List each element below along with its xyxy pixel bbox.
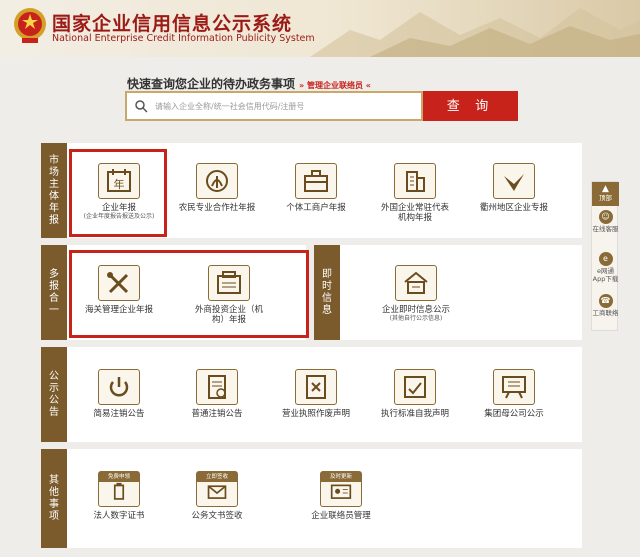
id-card-icon: 及时更新 — [320, 471, 362, 507]
general-cancel-notice-item[interactable]: 普通注销公告 — [167, 369, 267, 419]
document-receipt-item[interactable]: 立即签收 公务文书签收 — [167, 471, 267, 521]
contact-button[interactable]: ☎ 工商联络 — [592, 294, 619, 317]
standard-doc-icon — [394, 369, 436, 405]
landscape-decoration — [310, 8, 640, 57]
foreign-office-report-item[interactable]: 外国企业常驻代表机构年报 — [365, 163, 465, 223]
license-void-item[interactable]: 营业执照作废声明 — [266, 369, 366, 419]
free-apply-tag: 免费申领 — [99, 472, 139, 482]
online-service-label: 在线客服 — [592, 225, 619, 233]
instant-info-label: 企业即时信息公示 — [381, 305, 450, 315]
app-download-label: e网通App下载 — [592, 267, 619, 283]
section-instant-info: 即时信息 企业即时信息公示 (其他自行公示信息) — [314, 245, 582, 340]
chat-icon: ☺ — [598, 210, 613, 224]
individual-business-report-label: 个体工商户年报 — [286, 203, 346, 213]
general-cancel-notice-label: 普通注销公告 — [191, 409, 243, 419]
section-label-instant: 即时信息 — [314, 245, 340, 340]
search-heading-text: 快速查询您企业的待办政务事项 — [127, 77, 296, 91]
info-house-icon — [395, 265, 437, 301]
simple-cancel-notice-label: 简易注销公告 — [93, 409, 145, 419]
bird-icon — [493, 163, 535, 199]
search-input[interactable]: 请输入企业全称/统一社会信用代码/注册号 — [125, 91, 423, 121]
search-heading: 快速查询您企业的待办政务事项» 管理企业联络员 « — [127, 75, 371, 92]
license-void-icon — [295, 369, 337, 405]
section-label-annual: 市场主体年报 — [41, 143, 67, 238]
section-label-other: 其他事项 — [41, 449, 67, 548]
section-other: 其他事项 免费申领 法人数字证书 立即签收 公务文书签收 及时更新 企业联络员管… — [41, 449, 582, 548]
quzhou-report-label: 衢州地区企业专报 — [479, 203, 548, 213]
search-icon — [135, 100, 148, 113]
quzhou-report-item[interactable]: 衢州地区企业专报 — [464, 163, 564, 213]
back-to-top-label: 顶部 — [599, 194, 612, 202]
section-label-multi: 多报合一 — [41, 245, 67, 340]
simple-cancel-notice-item[interactable]: 简易注销公告 — [69, 369, 169, 419]
update-tag: 及时更新 — [321, 472, 361, 482]
app-download-button[interactable]: e e网通App下载 — [592, 252, 619, 283]
group-parent-notice-label: 集团母公司公示 — [484, 409, 544, 419]
farmer-coop-report-label: 农民专业合作社年报 — [178, 203, 256, 213]
mail-icon: 立即签收 — [196, 471, 238, 507]
contact-label: 工商联络 — [592, 309, 619, 317]
section-notices: 公示公告 简易注销公告 普通注销公告 营业执照作废声明 执行标准自我声明 集团母… — [41, 347, 582, 442]
back-to-top-button[interactable]: ▲ 顶部 — [592, 182, 619, 206]
site-header: 国家企业信用信息公示系统 National Enterprise Credit … — [0, 0, 640, 57]
individual-business-report-item[interactable]: 个体工商户年报 — [266, 163, 366, 213]
farmer-coop-report-item[interactable]: 农民专业合作社年报 — [167, 163, 267, 213]
national-emblem-icon — [14, 8, 46, 43]
contact-icon: ☎ — [598, 294, 613, 308]
standard-declaration-label: 执行标准自我声明 — [380, 409, 449, 419]
briefcase-icon — [295, 163, 337, 199]
digital-certificate-item[interactable]: 免费申领 法人数字证书 — [69, 471, 169, 521]
liaison-management-label: 企业联络员管理 — [311, 511, 371, 521]
wheat-emblem-icon — [196, 163, 238, 199]
usb-key-icon: 免费申领 — [98, 471, 140, 507]
search-button[interactable]: 查 询 — [423, 91, 518, 121]
highlight-enterprise-annual — [69, 149, 167, 237]
foreign-office-report-label: 外国企业常驻代表机构年报 — [380, 203, 449, 223]
manage-liaison-link[interactable]: » 管理企业联络员 « — [299, 81, 371, 90]
license-void-label: 营业执照作废声明 — [281, 409, 350, 419]
document-receipt-label: 公务文书签收 — [191, 511, 243, 521]
power-icon — [98, 369, 140, 405]
site-title: 国家企业信用信息公示系统 — [52, 13, 293, 35]
online-service-button[interactable]: ☺ 在线客服 — [592, 210, 619, 233]
floating-sidebar: ▲ 顶部 ☺ 在线客服 e e网通App下载 ☎ 工商联络 — [591, 181, 619, 331]
sign-now-tag: 立即签收 — [197, 472, 237, 482]
standard-declaration-item[interactable]: 执行标准自我声明 — [365, 369, 465, 419]
instant-info-sub: (其他自行公示信息) — [389, 315, 443, 322]
digital-certificate-label: 法人数字证书 — [93, 511, 145, 521]
e-app-icon: e — [598, 252, 613, 266]
instant-info-item[interactable]: 企业即时信息公示 (其他自行公示信息) — [356, 265, 476, 323]
cancel-doc-icon — [196, 369, 238, 405]
building-icon — [394, 163, 436, 199]
site-title-english: National Enterprise Credit Information P… — [52, 33, 315, 44]
section-label-notice: 公示公告 — [41, 347, 67, 442]
liaison-management-item[interactable]: 及时更新 企业联络员管理 — [291, 471, 391, 521]
search-placeholder: 请输入企业全称/统一社会信用代码/注册号 — [155, 102, 305, 111]
group-parent-notice-item[interactable]: 集团母公司公示 — [464, 369, 564, 419]
highlight-multi-report — [69, 250, 309, 338]
arrow-up-icon: ▲ — [602, 184, 609, 194]
board-icon — [493, 369, 535, 405]
